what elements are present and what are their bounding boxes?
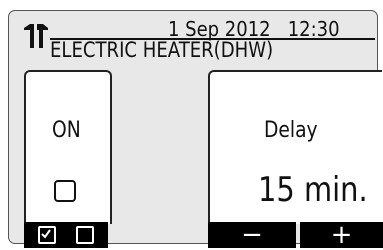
increase-button[interactable]: + — [300, 222, 383, 248]
decrease-button[interactable]: − — [208, 222, 296, 248]
unchecked-box-icon[interactable] — [76, 226, 94, 244]
delay-label: Delay — [264, 118, 318, 143]
display-screen: 1 Sep 2012 12:30 ELECTRIC HEATER(DHW) ON… — [0, 0, 383, 248]
on-label: ON — [52, 118, 81, 143]
on-checkbox[interactable] — [54, 180, 76, 202]
delay-value: 15 min. — [258, 170, 368, 210]
checkbox-softkey-bar[interactable] — [24, 222, 108, 248]
checked-box-icon[interactable] — [38, 226, 56, 244]
page-title: ELECTRIC HEATER(DHW) — [50, 38, 274, 62]
wrench-screwdriver-icon — [24, 24, 48, 48]
